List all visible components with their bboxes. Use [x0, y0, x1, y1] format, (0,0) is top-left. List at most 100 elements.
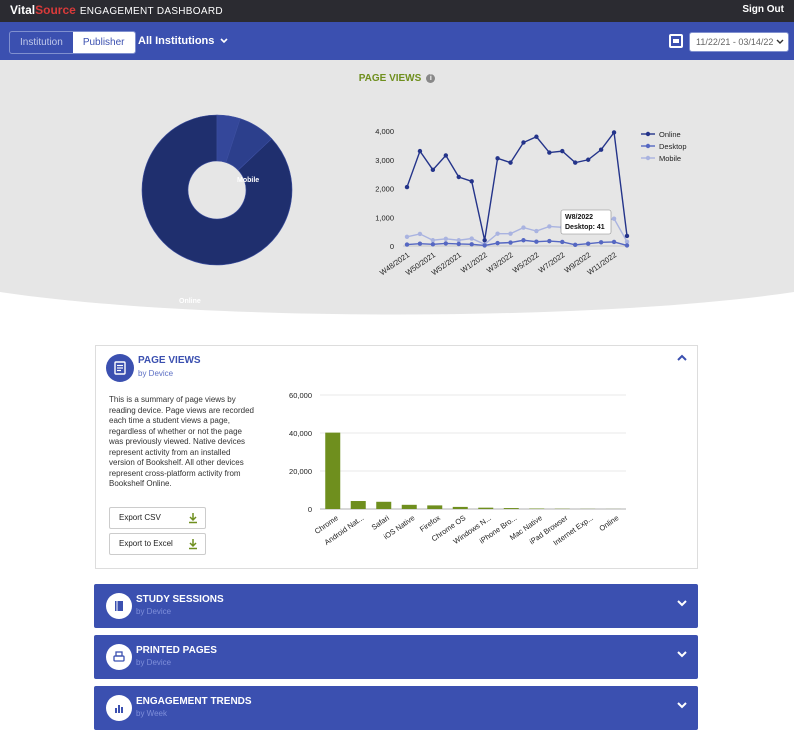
series-line-desktop	[407, 240, 627, 245]
series-point-desktop	[625, 243, 629, 247]
section-title: STUDY SESSIONS	[136, 594, 224, 605]
series-point-online	[495, 156, 499, 160]
series-point-desktop	[418, 242, 422, 246]
series-point-desktop	[508, 240, 512, 244]
series-point-online	[560, 149, 564, 153]
section-subtitle: by Week	[136, 709, 167, 718]
x-tick-label: W3/2022	[485, 250, 515, 275]
y-tick-label: 20,000	[289, 467, 312, 476]
legend-marker-desktop	[646, 144, 650, 148]
series-point-online	[534, 135, 538, 139]
series-point-desktop	[573, 243, 577, 247]
calendar-icon[interactable]	[669, 34, 683, 48]
series-point-mobile	[612, 216, 616, 220]
y-tick-label: 40,000	[289, 429, 312, 438]
series-point-mobile	[405, 235, 409, 239]
bar	[427, 505, 442, 509]
x-tick-label: W7/2022	[537, 250, 567, 275]
section-engagement-trends[interactable]: ENGAGEMENT TRENDS by Week	[94, 686, 698, 730]
series-point-mobile	[470, 236, 474, 240]
bar	[504, 508, 519, 509]
bar	[478, 508, 493, 509]
brand-name-vital: Vital	[10, 3, 35, 17]
tooltip-title: W8/2022	[565, 214, 593, 221]
brand-name-source: Source	[35, 3, 76, 17]
series-point-online	[586, 158, 590, 162]
y-tick-label: 60,000	[289, 391, 312, 400]
chevron-down-icon	[220, 38, 228, 44]
page-views-panel: PAGE VIEWS by Device This is a summary o…	[95, 345, 698, 569]
series-point-desktop	[444, 241, 448, 245]
y-tick-label: 1,000	[375, 213, 394, 222]
sign-out-link[interactable]: Sign Out	[742, 4, 784, 15]
y-tick-label: 0	[390, 242, 394, 251]
bar	[453, 507, 468, 509]
legend-marker-online	[646, 132, 650, 136]
series-point-desktop	[495, 241, 499, 245]
hero-page-views: PAGE VIEWSi OnlineMobile 01,0002,0003,00…	[0, 60, 794, 322]
bar-chart-icon	[106, 695, 132, 721]
series-point-desktop	[482, 243, 486, 247]
series-point-desktop	[405, 242, 409, 246]
series-point-online	[547, 150, 551, 154]
institution-dropdown[interactable]: All Institutions	[138, 35, 228, 47]
date-range-select[interactable]: 11/22/21 - 03/14/22	[689, 32, 789, 52]
legend-marker-mobile	[646, 156, 650, 160]
bar	[325, 433, 340, 509]
series-point-online	[405, 185, 409, 189]
x-tick-label: W5/2022	[511, 250, 541, 275]
printer-icon	[106, 644, 132, 670]
series-point-desktop	[547, 239, 551, 243]
y-tick-label: 4,000	[375, 127, 394, 136]
bar	[376, 502, 391, 509]
chevron-down-icon	[676, 648, 688, 660]
series-point-online	[625, 234, 629, 238]
chevron-down-icon	[676, 699, 688, 711]
brand-logo[interactable]: VitalSource ENGAGEMENT DASHBOARD	[10, 3, 223, 17]
date-range-value: 11/22/21 - 03/14/22	[696, 37, 773, 47]
section-printed-pages[interactable]: PRINTED PAGES by Device	[94, 635, 698, 679]
series-point-desktop	[457, 242, 461, 246]
series-point-online	[573, 160, 577, 164]
series-point-mobile	[508, 231, 512, 235]
y-tick-label: 0	[308, 505, 312, 514]
bar	[351, 501, 366, 509]
brand-subtitle: ENGAGEMENT DASHBOARD	[80, 6, 223, 17]
view-toggle: Institution Publisher	[9, 31, 136, 54]
y-tick-label: 2,000	[375, 185, 394, 194]
series-point-desktop	[586, 242, 590, 246]
top-bar: VitalSource ENGAGEMENT DASHBOARD Sign Out	[0, 0, 794, 22]
book-icon	[106, 593, 132, 619]
series-point-desktop	[612, 240, 616, 244]
section-title: ENGAGEMENT TRENDS	[136, 696, 252, 707]
section-subtitle: by Device	[136, 607, 171, 616]
nav-bar: Institution Publisher All Institutions 1…	[0, 22, 794, 60]
series-point-online	[470, 179, 474, 183]
section-title: PRINTED PAGES	[136, 645, 217, 656]
section-subtitle: by Device	[136, 658, 171, 667]
series-point-online	[457, 175, 461, 179]
series-point-desktop	[599, 240, 603, 244]
series-point-online	[521, 140, 525, 144]
y-tick-label: 3,000	[375, 156, 394, 165]
toggle-institution[interactable]: Institution	[10, 32, 73, 53]
tooltip-value: Desktop: 41	[565, 224, 605, 231]
series-point-desktop	[521, 238, 525, 242]
institution-label: All Institutions	[138, 35, 214, 47]
section-study-sessions[interactable]: STUDY SESSIONS by Device	[94, 584, 698, 628]
series-point-online	[482, 238, 486, 242]
chart-tooltip: W8/2022 Desktop: 41	[561, 210, 611, 234]
x-tick-label: W1/2022	[459, 250, 489, 275]
chevron-down-icon	[676, 597, 688, 609]
series-point-mobile	[418, 232, 422, 236]
legend-label-online: Online	[659, 130, 681, 139]
x-tick-label: W11/2022	[585, 250, 618, 277]
toggle-publisher[interactable]: Publisher	[73, 32, 135, 53]
series-point-mobile	[547, 224, 551, 228]
series-point-online	[418, 149, 422, 153]
series-point-desktop	[534, 239, 538, 243]
series-point-mobile	[534, 229, 538, 233]
series-point-mobile	[495, 231, 499, 235]
chevron-down-icon	[776, 33, 784, 51]
legend-label-desktop: Desktop	[659, 142, 687, 151]
